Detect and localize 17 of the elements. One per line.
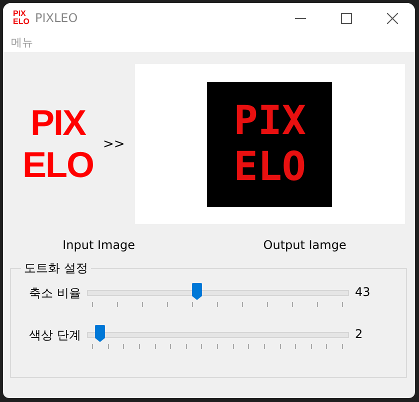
slider-label: 축소 비율	[28, 285, 81, 302]
slider-label: 색상 단계	[28, 327, 81, 344]
output-image: PIX ELO	[207, 82, 332, 206]
window-title: PIXLEO	[35, 11, 79, 25]
group-title: 도트화 설정	[23, 260, 89, 277]
close-icon	[386, 12, 398, 24]
maximize-icon	[340, 12, 352, 24]
menu-item[interactable]: 메뉴	[11, 35, 33, 50]
slider-value: 2	[355, 327, 363, 341]
slider-thumb[interactable]	[192, 283, 202, 300]
slider-value: 43	[355, 285, 370, 299]
output-caption: Output Iamge	[262, 238, 348, 252]
slider-thumb[interactable]	[94, 325, 104, 342]
input-image: PIX ELO	[21, 102, 94, 186]
input-caption: Input Image	[62, 238, 136, 252]
arrow-text: >>	[103, 136, 125, 152]
app-logo: PIX ELO	[13, 10, 27, 26]
